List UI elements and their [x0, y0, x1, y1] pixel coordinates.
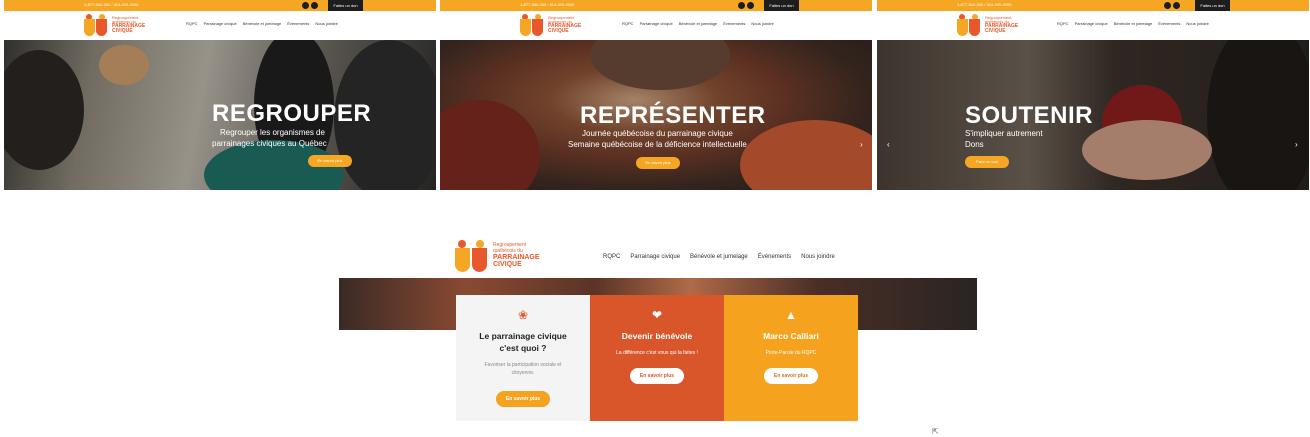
slide-subtitle: Journée québécoise du parrainage civique — [582, 129, 733, 138]
logo-mark-icon — [84, 14, 110, 36]
hero-image: REGROUPER Regrouper les organismes de pa… — [4, 40, 436, 190]
main-nav: RQPC Parrainage civique Bénévole et jume… — [603, 254, 835, 260]
chevron-right-icon[interactable]: › — [860, 140, 863, 149]
header: Regroupement québécois du PARRAINAGE CIV… — [339, 237, 977, 278]
top-bar: 1-877-000-000 / 514-000-0000 Faites un d… — [4, 0, 436, 11]
facebook-icon[interactable] — [738, 2, 745, 9]
people-icon: ❀ — [517, 308, 529, 322]
slide-representer: 1-877-000-000 / 514-000-0000 Faites un d… — [440, 0, 872, 190]
nav-item-nous-joindre[interactable]: Nous joindre — [751, 21, 773, 26]
hero-image: SOUTENIR S'impliquer autrement Dons Fair… — [877, 40, 1309, 190]
nav-item-nous-joindre[interactable]: Nous joindre — [1186, 21, 1208, 26]
card-benevole: ❤ Devenir bénévole La différence c'est v… — [590, 295, 724, 421]
nav-item-evenements[interactable]: Événements — [723, 21, 745, 26]
chevron-left-icon[interactable]: ‹ — [887, 140, 890, 149]
header: Regroupement québécois du PARRAINAGE CIV… — [4, 11, 436, 40]
card-title: Marco Calliari — [763, 331, 819, 341]
header: Regroupement québécois du PARRAINAGE CIV… — [440, 11, 872, 40]
card-title: Le parrainage civique c'est quoi ? — [479, 331, 567, 353]
logo-mark-icon — [957, 14, 983, 36]
nav-item-parrainage[interactable]: Parrainage civique — [1075, 21, 1108, 26]
megaphone-icon: ▲ — [785, 308, 797, 322]
slide-cta-button[interactable]: En savoir plus — [308, 155, 352, 167]
nav-item-evenements[interactable]: Événements — [1158, 21, 1180, 26]
slide-cta-button[interactable]: Faire un don — [965, 156, 1009, 168]
donate-button[interactable]: Faites un don — [764, 0, 799, 11]
features-section: Regroupement québécois du PARRAINAGE CIV… — [339, 237, 977, 425]
facebook-icon[interactable] — [302, 2, 309, 9]
phone-number[interactable]: 1-877-000-000 / 514-000-0000 — [520, 2, 575, 7]
slide-soutenir: 1-877-000-000 / 514-000-0000 Faites un d… — [877, 0, 1309, 190]
nav-item-parrainage[interactable]: Parrainage civique — [630, 254, 680, 260]
logo-mark-icon — [455, 240, 491, 272]
card-title: Devenir bénévole — [621, 331, 693, 341]
nav-item-benevole[interactable]: Bénévole et jumelage — [1114, 21, 1152, 26]
nav-item-evenements[interactable]: Événements — [758, 254, 791, 260]
twitter-icon[interactable] — [1173, 2, 1180, 9]
nav-item-benevole[interactable]: Bénévole et jumelage — [679, 21, 717, 26]
screenshot-composite: 1-877-000-000 / 514-000-0000 Faites un d… — [0, 0, 1310, 437]
main-nav: RQPC Parrainage civique Bénévole et jume… — [1057, 21, 1209, 26]
top-bar: 1-877-000-000 / 514-000-0000 Faites un d… — [440, 0, 872, 11]
phone-number[interactable]: 1-877-000-000 / 514-000-0000 — [84, 2, 139, 7]
card-cta-button[interactable]: En savoir plus — [630, 368, 684, 384]
nav-item-rqpc[interactable]: RQPC — [622, 21, 634, 26]
slide-cta-button[interactable]: En savoir plus — [636, 157, 680, 169]
donate-button[interactable]: Faites un don — [328, 0, 363, 11]
site-logo[interactable]: Regroupement québécois du PARRAINAGE CIV… — [84, 14, 145, 36]
nav-item-evenements[interactable]: Événements — [287, 21, 309, 26]
slide-title: SOUTENIR — [965, 102, 1094, 129]
slide-title: REPRÉSENTER — [580, 102, 766, 129]
nav-item-rqpc[interactable]: RQPC — [1057, 21, 1069, 26]
nav-item-nous-joindre[interactable]: Nous joindre — [801, 254, 835, 260]
slide-subtitle: Semaine québécoise de la déficience inte… — [568, 140, 747, 149]
card-cta-button[interactable]: En savoir plus — [496, 391, 550, 407]
chevron-right-icon[interactable]: › — [1295, 140, 1298, 149]
card-text: Porte-Parole du RQPC — [765, 349, 817, 356]
twitter-icon[interactable] — [311, 2, 318, 9]
top-bar: 1-877-000-000 / 514-000-0000 Faites un d… — [877, 0, 1309, 11]
mouse-cursor-icon: ⇱ — [932, 427, 939, 436]
slide-subtitle: S'impliquer autrement — [965, 129, 1043, 138]
slide-title: REGROUPER — [212, 100, 372, 127]
card-parrainage: ❀ Le parrainage civique c'est quoi ? Fav… — [456, 295, 590, 421]
site-logo[interactable]: Regroupement québécois du PARRAINAGE CIV… — [957, 14, 1018, 36]
slide-regrouper: 1-877-000-000 / 514-000-0000 Faites un d… — [4, 0, 436, 190]
main-nav: RQPC Parrainage civique Bénévole et jume… — [622, 21, 774, 26]
nav-item-parrainage[interactable]: Parrainage civique — [204, 21, 237, 26]
card-cta-button[interactable]: En savoir plus — [764, 368, 818, 384]
nav-item-parrainage[interactable]: Parrainage civique — [640, 21, 673, 26]
card-porte-parole: ▲ Marco Calliari Porte-Parole du RQPC En… — [724, 295, 858, 421]
slide-subtitle: Regrouper les organismes de — [220, 128, 325, 137]
main-nav: RQPC Parrainage civique Bénévole et jume… — [186, 21, 338, 26]
logo-mark-icon — [520, 14, 546, 36]
card-text: La différence c'est vous qui la faites ! — [616, 349, 698, 356]
heart-hand-icon: ❤ — [651, 308, 663, 322]
header: Regroupement québécois du PARRAINAGE CIV… — [877, 11, 1309, 40]
twitter-icon[interactable] — [747, 2, 754, 9]
nav-item-rqpc[interactable]: RQPC — [603, 254, 620, 260]
nav-item-nous-joindre[interactable]: Nous joindre — [315, 21, 337, 26]
nav-item-benevole[interactable]: Bénévole et jumelage — [243, 21, 281, 26]
donate-button[interactable]: Faites un don — [1195, 0, 1230, 11]
slide-subtitle: parrainages civiques au Québec — [212, 139, 327, 148]
hero-image: REPRÉSENTER Journée québécoise du parrai… — [440, 40, 872, 190]
site-logo[interactable]: Regroupement québécois du PARRAINAGE CIV… — [455, 240, 540, 272]
facebook-icon[interactable] — [1164, 2, 1171, 9]
nav-item-benevole[interactable]: Bénévole et jumelage — [690, 254, 748, 260]
site-logo[interactable]: Regroupement québécois du PARRAINAGE CIV… — [520, 14, 581, 36]
phone-number[interactable]: 1-877-000-000 / 514-000-0000 — [957, 2, 1012, 7]
card-text: Favoriser la participation sociale et ci… — [484, 361, 562, 377]
slide-subtitle: Dons — [965, 140, 984, 149]
nav-item-rqpc[interactable]: RQPC — [186, 21, 198, 26]
